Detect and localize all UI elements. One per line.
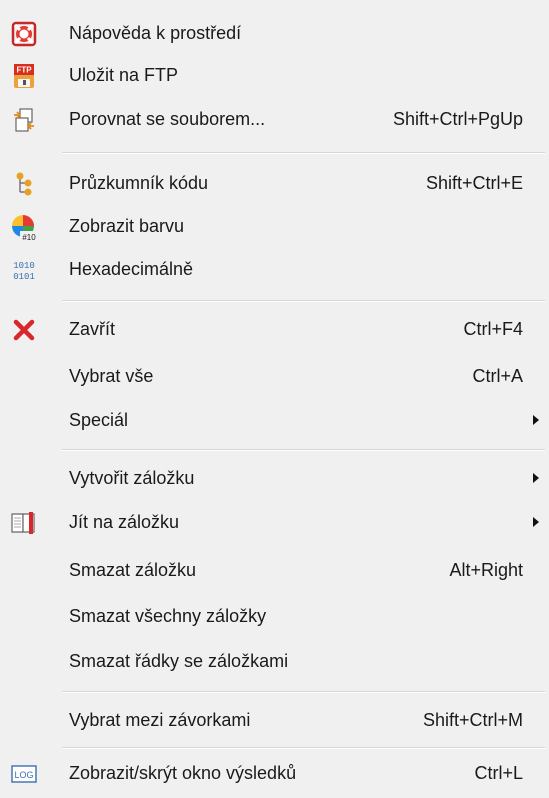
log-icon-text: LOG	[14, 770, 33, 780]
menu-item-toggle-results[interactable]: LOG Zobrazit/skrýt okno výsledků Ctrl+L	[0, 754, 549, 792]
menu-separator	[62, 691, 545, 693]
menu-item-code-explorer[interactable]: Průzkumník kódu Shift+Ctrl+E	[0, 164, 549, 202]
menu-item-label: Porovnat se souborem...	[69, 109, 266, 129]
menu-item-shortcut: Shift+Ctrl+PgUp	[392, 109, 523, 129]
submenu-arrow-icon	[533, 415, 539, 425]
menu-item-shortcut: Ctrl+A	[472, 366, 523, 386]
menu-item-compare-file[interactable]: Porovnat se souborem... Shift+Ctrl+PgUp	[0, 100, 549, 138]
context-menu: Nápověda k prostředí FTP Uložit na FTP P…	[0, 0, 549, 798]
menu-item-label: Smazat záložku	[69, 560, 197, 580]
menu-item-goto-bookmark[interactable]: Jít na záložku	[0, 503, 549, 541]
log-window-icon: LOG	[10, 760, 38, 788]
menu-item-select-all[interactable]: Vybrat vše Ctrl+A	[0, 357, 549, 395]
menu-item-save-ftp[interactable]: FTP Uložit na FTP	[0, 56, 549, 94]
bookmark-book-icon	[10, 509, 38, 537]
ftp-save-icon: FTP	[10, 62, 38, 90]
menu-separator	[62, 300, 545, 302]
menu-item-label: Speciál	[69, 410, 129, 430]
menu-item-show-color[interactable]: #10 Zobrazit barvu	[0, 207, 549, 245]
menu-item-hexadecimal[interactable]: 1010 0101 Hexadecimálně	[0, 250, 549, 288]
menu-item-label: Jít na záložku	[69, 512, 180, 532]
binary-icon: 1010 0101	[10, 256, 38, 284]
menu-item-delete-bookmarked-lines[interactable]: Smazat řádky se záložkami	[0, 642, 549, 680]
menu-item-label: Smazat všechny záložky	[69, 606, 267, 626]
menu-item-help[interactable]: Nápověda k prostředí	[0, 14, 549, 52]
menu-item-special[interactable]: Speciál	[0, 401, 549, 439]
menu-item-select-between-brackets[interactable]: Vybrat mezi závorkami Shift+Ctrl+M	[0, 701, 549, 739]
menu-item-shortcut: Ctrl+F4	[463, 319, 523, 339]
color-wheel-icon: #10	[10, 213, 38, 241]
menu-separator	[62, 747, 545, 749]
menu-item-shortcut: Ctrl+L	[474, 763, 523, 783]
svg-text:1010: 1010	[13, 261, 35, 271]
menu-item-label: Vybrat mezi závorkami	[69, 710, 251, 730]
menu-item-shortcut: Shift+Ctrl+M	[422, 710, 523, 730]
menu-item-delete-all-bookmarks[interactable]: Smazat všechny záložky	[0, 597, 549, 635]
menu-item-label: Uložit na FTP	[69, 65, 179, 85]
menu-item-label: Vybrat vše	[69, 366, 154, 386]
menu-item-label: Zavřít	[69, 319, 116, 339]
menu-separator	[62, 449, 545, 451]
help-lifebuoy-icon	[10, 20, 38, 48]
menu-item-label: Smazat řádky se záložkami	[69, 651, 289, 671]
menu-item-label: Vytvořit záložku	[69, 468, 195, 488]
menu-item-label: Hexadecimálně	[69, 259, 194, 279]
color-icon-text: #10	[22, 233, 36, 241]
menu-item-close[interactable]: Zavřít Ctrl+F4	[0, 310, 549, 348]
menu-item-delete-bookmark[interactable]: Smazat záložku Alt+Right	[0, 551, 549, 589]
menu-item-label: Zobrazit barvu	[69, 216, 185, 236]
menu-separator	[62, 152, 545, 154]
submenu-arrow-icon	[533, 517, 539, 527]
submenu-arrow-icon	[533, 473, 539, 483]
code-explorer-icon	[10, 170, 38, 198]
menu-item-label: Průzkumník kódu	[69, 173, 209, 193]
menu-item-shortcut: Alt+Right	[449, 560, 523, 580]
menu-item-shortcut: Shift+Ctrl+E	[425, 173, 523, 193]
menu-item-label: Zobrazit/skrýt okno výsledků	[69, 763, 297, 783]
close-x-icon	[10, 316, 38, 344]
menu-item-create-bookmark[interactable]: Vytvořit záložku	[0, 459, 549, 497]
compare-files-icon	[10, 106, 38, 134]
ftp-icon-text: FTP	[16, 66, 32, 75]
svg-text:0101: 0101	[13, 272, 35, 282]
menu-item-label: Nápověda k prostředí	[69, 23, 242, 43]
